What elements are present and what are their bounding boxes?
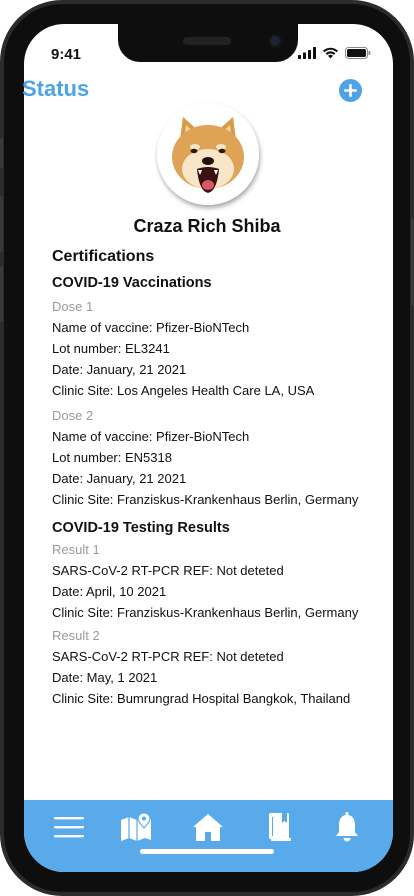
silent-switch [0, 138, 3, 168]
tab-home[interactable] [188, 810, 228, 844]
wifi-icon [323, 47, 338, 59]
profile-name: Craza Rich Shiba [133, 216, 281, 236]
book-icon [269, 813, 291, 841]
tab-map[interactable] [116, 810, 156, 844]
clinic-site: Clinic Site: Franziskus-Krankenhaus Berl… [52, 605, 359, 620]
page-title: Status [22, 76, 90, 101]
plus-circle-icon [344, 84, 357, 97]
vaccine-name: Name of vaccine: Pfizer-BioNTech [52, 320, 250, 335]
tab-bar [24, 800, 393, 872]
volume-down-button [0, 266, 3, 322]
menu-icon [54, 817, 84, 838]
dose-label: Dose 2 [52, 408, 94, 423]
clinic-site: Clinic Site: Bumrungrad Hospital Bangkok… [52, 691, 351, 706]
test-result: SARS-CoV-2 RT-PCR REF: Not deteted [52, 563, 284, 578]
dose-label: Dose 1 [52, 299, 94, 314]
bell-icon [336, 812, 358, 842]
speaker-grille [183, 37, 231, 45]
result-label: Result 2 [52, 628, 100, 643]
tab-book[interactable] [260, 810, 300, 844]
certifications-heading: Certifications [52, 248, 155, 265]
tab-notifications[interactable] [327, 810, 367, 844]
test-result: SARS-CoV-2 RT-PCR REF: Not deteted [52, 649, 284, 664]
front-camera [270, 36, 280, 46]
battery-icon [345, 47, 371, 59]
home-indicator[interactable] [140, 849, 274, 854]
lot-number: Lot number: EN5318 [52, 450, 172, 465]
tab-menu[interactable] [49, 810, 89, 844]
lot-number: Lot number: EL3241 [52, 341, 170, 356]
add-button[interactable] [339, 79, 362, 102]
cellular-signal-icon [298, 47, 316, 59]
map-icon [121, 812, 151, 841]
dose-date: Date: January, 21 2021 [52, 362, 187, 377]
result-date: Date: May, 1 2021 [52, 670, 158, 685]
clinic-site: Clinic Site: Los Angeles Health Care LA,… [52, 383, 315, 398]
home-icon [193, 814, 223, 841]
certifications-section: Certifications COVID-19 Vaccinations Dos… [52, 246, 392, 709]
status-time: 9:41 [51, 46, 82, 63]
status-icons [298, 47, 371, 59]
avatar[interactable] [157, 103, 259, 205]
vaccine-name: Name of vaccine: Pfizer-BioNTech [52, 429, 250, 444]
dose-date: Date: January, 21 2021 [52, 471, 187, 486]
result-date: Date: April, 10 2021 [52, 584, 167, 599]
clinic-site: Clinic Site: Franziskus-Krankenhaus Berl… [52, 492, 359, 507]
testing-heading: COVID-19 Testing Results [52, 520, 230, 536]
shiba-dog-avatar [157, 103, 259, 205]
result-label: Result 1 [52, 542, 100, 557]
vaccinations-heading: COVID-19 Vaccinations [52, 275, 212, 291]
notch [118, 24, 298, 62]
